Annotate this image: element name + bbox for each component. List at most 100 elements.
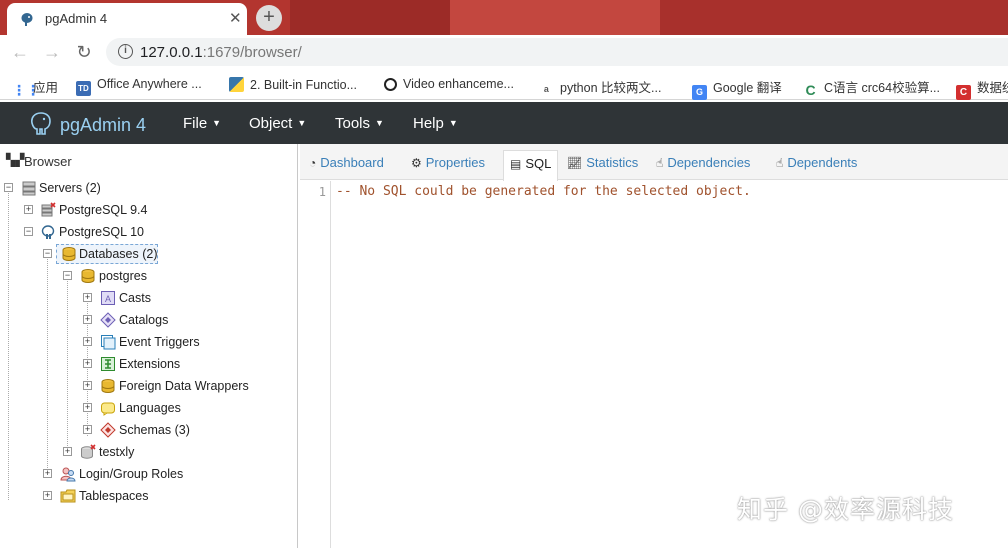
blurred-tab-area <box>290 0 450 35</box>
bookmark-label: 数据统 <box>977 81 1008 95</box>
bookmark-label: Video enhanceme... <box>403 77 514 91</box>
svg-text:A: A <box>105 294 111 304</box>
flask-icon: ᵃ <box>544 83 549 98</box>
caret-down-icon: ▼ <box>375 118 384 128</box>
url-host: 127.0.0.1 <box>140 44 203 61</box>
apps-grid-icon: ⋮⋮ <box>12 82 40 98</box>
tab-sql[interactable]: ▤ SQL <box>503 150 559 181</box>
tab-label: Statistics <box>586 155 639 170</box>
menu-object[interactable]: Object ▼ <box>249 115 306 132</box>
bookmark-crc64[interactable]: C C语言 crc64校验算... <box>803 77 940 98</box>
tab-label: Dependents <box>787 155 858 170</box>
bookmark-python-compare[interactable]: ᵃ python 比较两文... <box>539 77 661 98</box>
tree-node-label: PostgreSQL 9.4 <box>59 203 148 217</box>
blurred-tab-area <box>660 0 1008 35</box>
reload-icon[interactable]: ↻ <box>74 42 94 62</box>
bookmark-label: Google 翻译 <box>713 81 782 95</box>
browser-tab-pgadmin[interactable]: pgAdmin 4 ✕ <box>7 3 247 35</box>
tree-node-label: Tablespaces <box>79 489 149 503</box>
panel-tabs: ◔ Dashboard ⚙ Properties ▤ SQL 📈︎ Statistics… <box>300 144 1008 181</box>
browser-panel-title: Browser <box>24 154 72 169</box>
address-bar[interactable]: i 127.0.0.1:1679/browser/ <box>106 38 1008 66</box>
tab-statistics[interactable]: 📈︎ Statistics <box>567 155 638 170</box>
circle-icon <box>384 78 397 91</box>
back-arrow-icon[interactable]: ← <box>10 42 30 62</box>
menu-label: Object <box>249 115 293 132</box>
forward-arrow-icon[interactable]: → <box>42 42 62 62</box>
pgadmin-brand[interactable]: pgAdmin 4 <box>28 110 146 136</box>
expand-toggle-icon[interactable]: + <box>83 403 92 412</box>
line-number: 1 <box>318 185 326 199</box>
tab-label: Dependencies <box>667 155 751 170</box>
collapse-toggle-icon[interactable]: − <box>24 227 33 236</box>
expand-toggle-icon[interactable]: + <box>24 205 33 214</box>
tab-title: pgAdmin 4 <box>45 11 108 26</box>
collapse-toggle-icon[interactable]: − <box>43 249 52 258</box>
tree-connector <box>47 254 48 478</box>
expand-toggle-icon[interactable]: + <box>43 469 52 478</box>
server-connected-icon <box>41 225 55 239</box>
bookmark-google-translate[interactable]: G Google 翻译 <box>692 77 782 100</box>
c-green-icon: C <box>805 82 816 98</box>
bookmark-label: 2. Built-in Functio... <box>250 78 357 92</box>
expand-toggle-icon[interactable]: + <box>83 337 92 346</box>
expand-toggle-icon[interactable]: + <box>83 293 92 302</box>
tab-label: Properties <box>425 155 486 170</box>
bookmark-builtin-functions[interactable]: 2. Built-in Functio... <box>229 77 357 95</box>
menu-label: Help <box>413 115 444 132</box>
new-tab-button[interactable]: + <box>256 5 282 31</box>
database-disconnected-icon <box>81 444 96 459</box>
binoculars-icon: ▚▞ <box>6 153 25 167</box>
bookmark-apps[interactable]: ⋮⋮应用 <box>12 77 58 98</box>
tree-connector <box>67 276 68 456</box>
expand-toggle-icon[interactable]: + <box>83 381 92 390</box>
postgres-elephant-icon <box>21 13 33 26</box>
caret-down-icon: ▼ <box>212 118 222 128</box>
bookmark-video-enhancement[interactable]: Video enhanceme... <box>384 77 514 95</box>
tab-dashboard[interactable]: ◔ Dashboard <box>309 155 384 170</box>
menu-label: File <box>183 115 208 132</box>
brand-text: pgAdmin 4 <box>60 115 147 135</box>
blurred-tab-area <box>450 0 660 35</box>
main-panel: ◔ Dashboard ⚙ Properties ▤ SQL 📈︎ Statistics… <box>300 144 1008 548</box>
expand-toggle-icon[interactable]: + <box>83 425 92 434</box>
casts-icon: A <box>101 291 115 305</box>
expand-toggle-icon[interactable]: + <box>83 359 92 368</box>
url-path: :1679/browser/ <box>202 44 302 61</box>
collapse-toggle-icon[interactable]: − <box>4 183 13 192</box>
tree-node-label: Databases (2) <box>79 247 158 261</box>
file-text-icon: ▤ <box>510 157 522 171</box>
c-red-icon: C <box>956 85 971 100</box>
tab-dependents[interactable]: ☝ Dependents <box>776 155 857 170</box>
expand-toggle-icon[interactable]: + <box>83 315 92 324</box>
languages-icon <box>101 402 115 416</box>
tab-properties[interactable]: ⚙ Properties <box>411 155 485 170</box>
site-info-icon[interactable]: i <box>118 44 133 59</box>
tree-node-label: postgres <box>99 269 147 283</box>
url-text: 127.0.0.1:1679/browser/ <box>140 44 302 61</box>
tree-node-label: Languages <box>119 401 181 415</box>
database-icon <box>81 269 95 283</box>
pgadmin-navbar: pgAdmin 4 File ▼ Object ▼ Tools ▼ Help ▼ <box>0 102 1008 144</box>
collapse-toggle-icon[interactable]: − <box>63 271 72 280</box>
tree-node-label: Event Triggers <box>119 335 200 349</box>
menu-file[interactable]: File ▼ <box>183 115 221 132</box>
server-disconnected-icon <box>41 202 56 217</box>
browser-panel-header: ▚▞ Browser <box>0 150 298 174</box>
menu-help[interactable]: Help ▼ <box>413 115 458 132</box>
catalogs-icon <box>100 312 116 328</box>
menu-tools[interactable]: Tools ▼ <box>335 115 384 132</box>
expand-toggle-icon[interactable]: + <box>63 447 72 456</box>
tab-dependencies[interactable]: ☝ Dependencies <box>656 155 750 170</box>
bookmark-data[interactable]: C 数据统 <box>956 77 1008 100</box>
login-roles-icon <box>60 467 76 482</box>
extensions-icon <box>101 357 115 371</box>
menu-label: Tools <box>335 115 371 132</box>
expand-toggle-icon[interactable]: + <box>43 491 52 500</box>
close-tab-icon[interactable]: ✕ <box>229 9 242 27</box>
caret-down-icon: ▼ <box>297 118 307 128</box>
tree-node-label: Login/Group Roles <box>79 467 184 481</box>
bookmark-office-anywhere[interactable]: TD Office Anywhere ... <box>76 77 202 96</box>
tree-node-label: Servers (2) <box>39 181 101 195</box>
google-translate-icon: G <box>692 85 707 100</box>
